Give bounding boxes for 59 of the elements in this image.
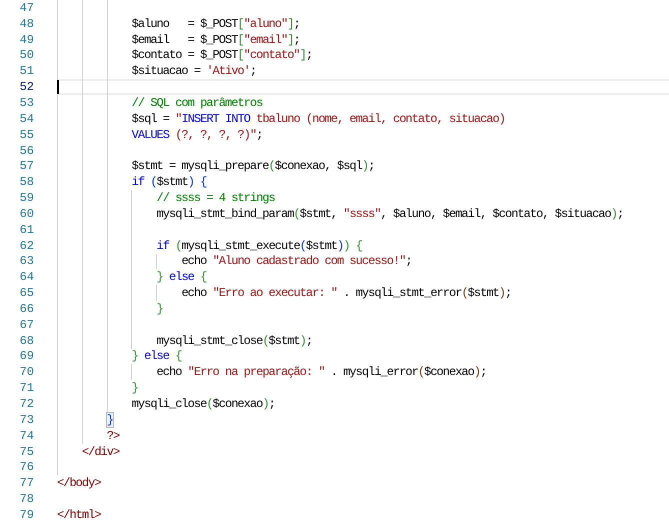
line-number: 49 — [18, 32, 35, 47]
line-number: 73 — [18, 412, 35, 427]
text-cursor — [57, 80, 59, 94]
line-number: 52 — [18, 80, 35, 94]
code-line: </body> — [57, 476, 101, 490]
code-line: echo "Erro na preparação: " . mysqli_error($conexao); — [156, 365, 486, 380]
code-line: $situacao = 'Ativo'; — [132, 64, 256, 78]
line-number: 60 — [18, 206, 35, 221]
line-number: 76 — [18, 460, 35, 474]
line-number: 72 — [18, 397, 35, 412]
line-number: 55 — [18, 128, 35, 142]
line-number: 78 — [18, 492, 35, 506]
code-line: } — [156, 302, 163, 316]
line-number: 63 — [18, 254, 35, 268]
line-number: 65 — [18, 286, 35, 300]
code-line: } — [132, 381, 138, 396]
line-number: 57 — [18, 159, 35, 174]
code-line: // ssss = 4 strings — [156, 191, 275, 206]
code-line: if (mysqli_stmt_execute($stmt)) { — [156, 238, 362, 253]
line-number: 66 — [18, 302, 35, 316]
line-number: 47 — [18, 0, 35, 15]
line-number: 77 — [18, 476, 35, 490]
code-line: } else { — [132, 349, 182, 364]
code-line: </div> — [82, 444, 120, 459]
line-number: 64 — [18, 270, 35, 284]
line-number: 58 — [18, 175, 35, 190]
code-line: ?> — [106, 428, 120, 443]
code-line: $email = $_POST["email"]; — [132, 32, 300, 47]
code-line: mysqli_stmt_close($stmt); — [156, 334, 312, 348]
line-number: 61 — [18, 222, 35, 237]
line-number: 71 — [18, 381, 35, 396]
line-number: 54 — [18, 112, 35, 126]
code-line: $sql = "INSERT INTO tbaluno (nome, email, contato, situacao) — [132, 112, 505, 126]
code-line: mysqli_close($conexao); — [132, 397, 275, 412]
code-line: </html> — [57, 508, 101, 522]
line-number: 62 — [18, 238, 35, 253]
code-line: echo "Erro ao executar: " . mysqli_stmt_error($stmt); — [181, 286, 512, 300]
code-line: $aluno = $_POST["aluno"]; — [132, 16, 300, 31]
line-number: 51 — [18, 64, 35, 78]
line-number: 74 — [18, 428, 35, 443]
line-number: 56 — [18, 144, 35, 158]
line-number: 69 — [18, 349, 35, 364]
code-line: $stmt = mysqli_prepare($conexao, $sql); — [132, 159, 374, 174]
code-line: // SQL com parâmetros — [132, 96, 262, 110]
line-number: 68 — [18, 334, 35, 348]
line-number: 53 — [18, 96, 35, 110]
line-number: 48 — [18, 16, 35, 31]
code-line: echo "Aluno cadastrado com sucesso!"; — [181, 254, 412, 268]
line-number: 50 — [18, 48, 35, 62]
line-number: 59 — [18, 191, 35, 206]
code-line: VALUES (?, ?, ?, ?)"; — [132, 128, 262, 142]
line-number: 70 — [18, 365, 35, 380]
code-line: if ($stmt) { — [132, 175, 206, 190]
line-number: 67 — [18, 318, 35, 332]
code-line: mysqli_stmt_bind_param($stmt, "ssss", $aluno, $email, $contato, $situacao); — [156, 206, 624, 221]
code-line: $contato = $_POST["contato"]; — [132, 48, 312, 62]
line-number: 79 — [18, 508, 35, 522]
line-number: 75 — [18, 444, 35, 459]
code-line: } else { — [156, 270, 206, 284]
